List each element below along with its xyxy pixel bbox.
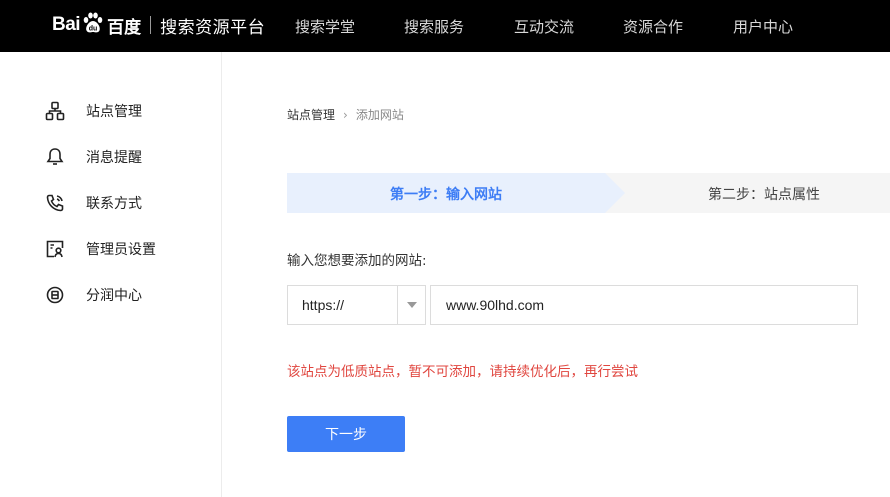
logo-baidu-cn-text: 百度	[107, 17, 142, 38]
admin-card-icon	[44, 238, 66, 260]
nav-resource-cooperation[interactable]: 资源合作	[623, 16, 683, 37]
dropdown-arrow-icon[interactable]	[397, 286, 425, 324]
paw-icon: du	[81, 11, 105, 35]
logo-divider	[150, 16, 152, 34]
error-message: 该站点为低质站点，暂不可添加，请持续优化后，再行尝试	[287, 364, 638, 380]
nav-search-academy[interactable]: 搜索学堂	[295, 16, 355, 37]
baidu-logo[interactable]: Bai du 百度 搜索资源平台	[52, 8, 265, 42]
sidebar-label-notifications: 消息提醒	[86, 150, 142, 166]
sidebar-item-contact[interactable]: 联系方式	[44, 191, 142, 215]
sidebar-label-revenue-center: 分润中心	[86, 288, 142, 304]
phone-icon	[44, 192, 66, 214]
sidebar-item-admin-settings[interactable]: 管理员设置	[44, 237, 156, 261]
sidebar-item-revenue-center[interactable]: 分润中心	[44, 283, 142, 307]
sidebar: 站点管理 消息提醒 联系方式 管理员设置 分润中心	[0, 52, 222, 497]
sidebar-item-notifications[interactable]: 消息提醒	[44, 145, 142, 169]
sidebar-label-site-management: 站点管理	[86, 104, 142, 120]
breadcrumb-current: 添加网站	[355, 108, 404, 122]
step-2-label: 第二步：站点属性	[708, 187, 820, 203]
site-structure-icon	[44, 100, 66, 122]
revenue-coin-icon	[44, 284, 66, 306]
step-1-label: 第一步：输入网站	[390, 187, 502, 203]
breadcrumb: 站点管理 › 添加网站	[287, 106, 404, 123]
protocol-value: https://	[302, 297, 345, 313]
nav-interaction[interactable]: 互动交流	[514, 16, 574, 37]
sidebar-label-contact: 联系方式	[86, 196, 142, 212]
sidebar-label-admin-settings: 管理员设置	[86, 242, 156, 258]
logo-bai-text: Bai	[52, 14, 81, 35]
website-field-label: 输入您想要添加的网站:	[287, 253, 427, 269]
protocol-select[interactable]: https://	[287, 285, 426, 325]
nav-search-service[interactable]: 搜索服务	[404, 16, 464, 37]
breadcrumb-separator: ›	[343, 107, 348, 122]
sidebar-item-site-management[interactable]: 站点管理	[44, 99, 142, 123]
website-url-input[interactable]	[430, 285, 858, 325]
platform-title: 搜索资源平台	[160, 17, 266, 38]
logo-du-text: du	[89, 26, 98, 33]
nav-user-center[interactable]: 用户中心	[733, 16, 793, 37]
bell-icon	[44, 146, 66, 168]
breadcrumb-site-management[interactable]: 站点管理	[287, 106, 335, 123]
step-progress: 第一步：输入网站 第二步：站点属性	[287, 173, 890, 213]
next-step-button[interactable]: 下一步	[287, 416, 405, 452]
top-bar: Bai du 百度 搜索资源平台 搜索学堂 搜索服务 互动交流 资源合作 用户中…	[0, 0, 890, 52]
